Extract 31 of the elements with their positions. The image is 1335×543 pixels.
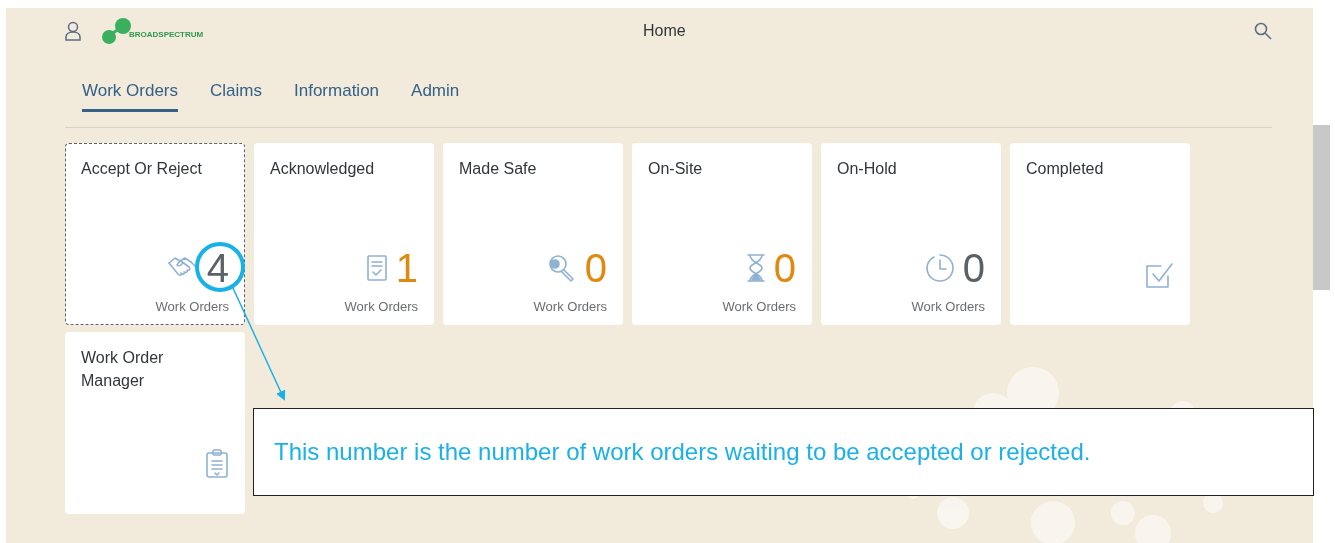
count: 0 (773, 246, 796, 290)
tile[interactable]: On-Site 0 Work Orders (632, 143, 812, 325)
tile-unit: Work Orders (722, 299, 796, 314)
tile[interactable]: Made Safe 0 Work Orders (443, 143, 623, 325)
logo-text: BROADSPECTRUM (129, 30, 204, 39)
tile-title: Completed (1026, 159, 1105, 179)
tile-title: On-Site (648, 159, 704, 179)
tile-unit: Work Orders (344, 299, 418, 314)
count: 0 (584, 246, 607, 290)
page-title: Home (643, 21, 686, 40)
tile[interactable]: On-Hold 0 Work Orders (821, 143, 1001, 325)
tab[interactable]: Claims (210, 75, 262, 112)
tile-unit: Work Orders (911, 299, 985, 314)
count: 4 (206, 246, 229, 290)
tile-unit: Work Orders (533, 299, 607, 314)
count: 0 (962, 246, 985, 290)
tile-title: On-Hold (837, 159, 898, 179)
tile-title: Acknowledged (270, 159, 376, 179)
tile[interactable]: Acknowledged 1 Work Orders (254, 143, 434, 325)
count: 1 (395, 246, 418, 290)
callout-text: This number is the number of work orders waiting to be accepted or rejected. (274, 438, 1091, 466)
tab[interactable]: Admin (411, 75, 460, 112)
tile[interactable]: Accept Or Reject 4 Work Orders (65, 143, 245, 325)
tile-unit: Work Orders (155, 299, 229, 314)
tile-title: Made Safe (459, 159, 538, 179)
tile[interactable]: Work Order Manager (65, 332, 245, 514)
tile-title: Accept Or Reject (81, 159, 203, 179)
tile[interactable]: Completed (1010, 143, 1190, 325)
tab[interactable]: Information (294, 75, 380, 112)
tab[interactable]: Work Orders (82, 75, 179, 112)
tile-title: Work Order Manager (81, 348, 165, 391)
